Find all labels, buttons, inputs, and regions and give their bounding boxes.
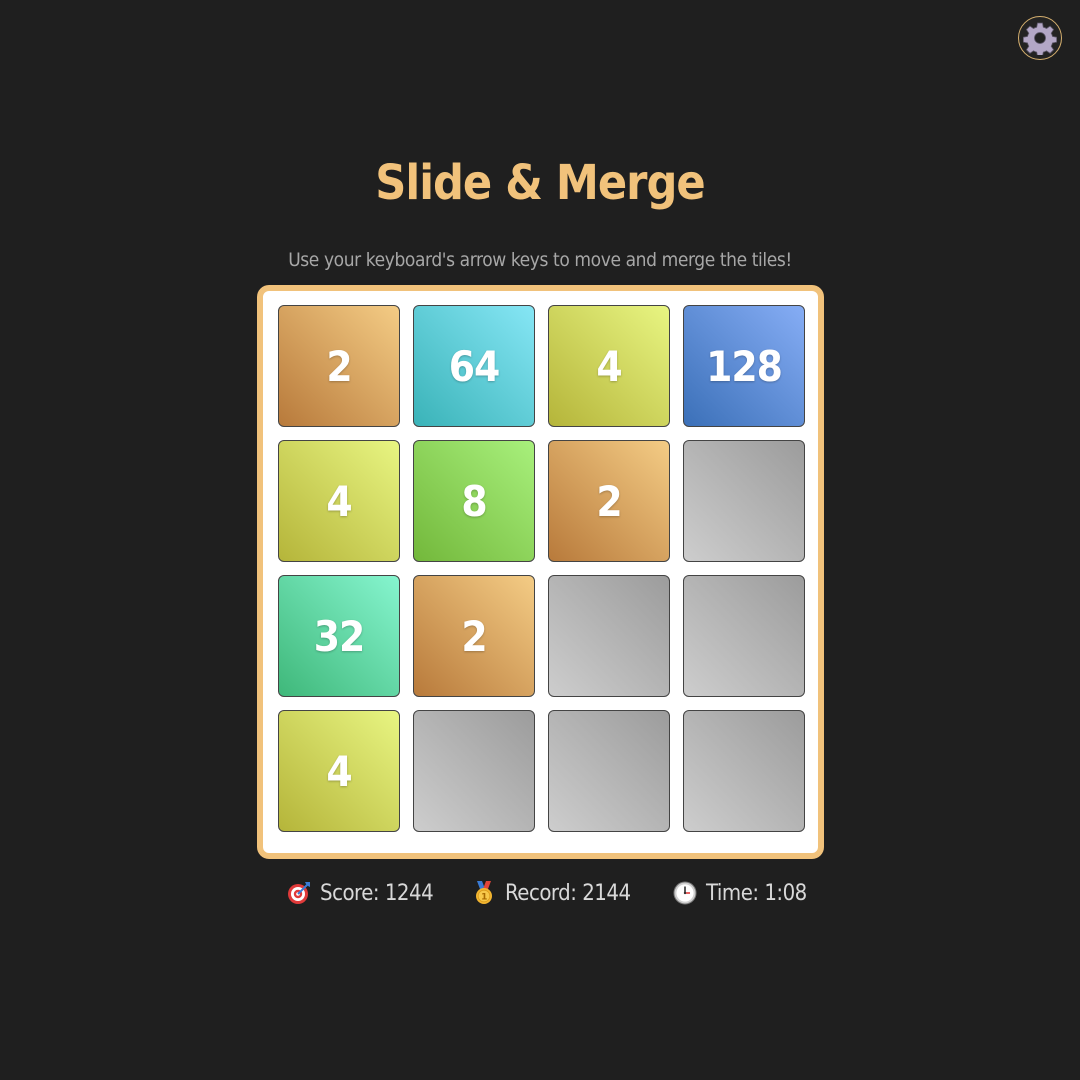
tile-32: 32 — [278, 575, 400, 697]
game-page: Slide & Merge Use your keyboard's arrow … — [0, 0, 1080, 1080]
target-icon — [287, 881, 311, 905]
tile-4: 4 — [278, 710, 400, 832]
instructions-text: Use your keyboard's arrow keys to move a… — [288, 249, 792, 271]
record-stat: 1 Record: 2144 — [472, 876, 631, 910]
empty-cell — [683, 710, 805, 832]
tile-2: 2 — [413, 575, 535, 697]
game-board: 2 64 4 128 4 8 2 32 2 4 — [257, 285, 824, 859]
settings-button[interactable] — [1018, 16, 1062, 60]
record-label: Record: 2144 — [505, 880, 631, 906]
gear-icon — [1023, 21, 1057, 55]
tile-8: 8 — [413, 440, 535, 562]
empty-cell — [683, 440, 805, 562]
empty-cell — [683, 575, 805, 697]
clock-icon — [673, 881, 697, 905]
tile-2: 2 — [548, 440, 670, 562]
tile-64: 64 — [413, 305, 535, 427]
score-stat: Score: 1244 — [287, 876, 434, 910]
score-label: Score: 1244 — [320, 880, 434, 906]
svg-text:1: 1 — [481, 893, 487, 903]
game-title: Slide & Merge — [375, 155, 705, 211]
tile-4: 4 — [548, 305, 670, 427]
tile-128: 128 — [683, 305, 805, 427]
empty-cell — [413, 710, 535, 832]
stats-bar: Score: 1244 1 Record: 2144 Time: 1:08 — [0, 876, 1080, 910]
empty-cell — [548, 575, 670, 697]
tile-2: 2 — [278, 305, 400, 427]
time-stat: Time: 1:08 — [673, 876, 807, 910]
medal-icon: 1 — [472, 881, 496, 905]
tile-4: 4 — [278, 440, 400, 562]
empty-cell — [548, 710, 670, 832]
time-label: Time: 1:08 — [706, 880, 807, 906]
